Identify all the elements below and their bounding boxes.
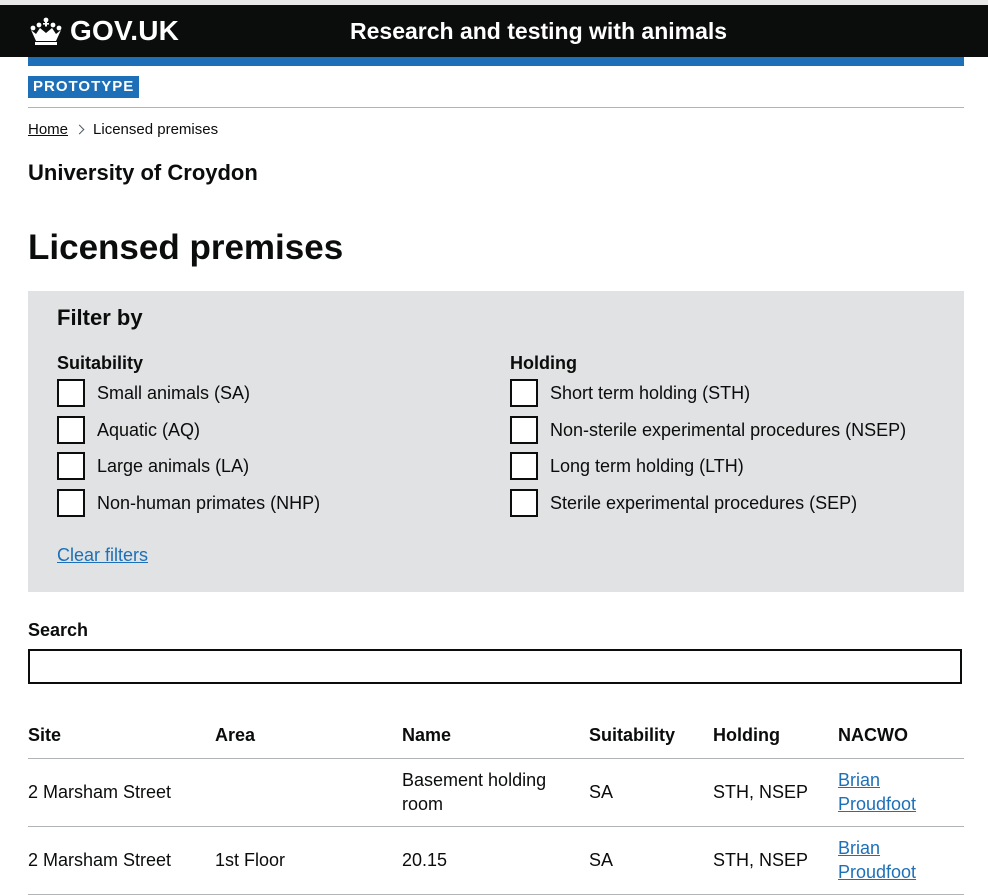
cell-suitability: SA (589, 850, 614, 870)
checkbox-label: Small animals (SA) (97, 382, 251, 403)
breadcrumb-home-link[interactable]: Home (28, 121, 68, 138)
logo-text: GOV.UK (70, 15, 180, 46)
nacwo-link-line: Brian (838, 770, 881, 790)
checkbox-label: Long term holding (LTH) (550, 455, 744, 476)
checkbox-label: Non-human primates (NHP) (97, 492, 321, 513)
column-header-suitability: Suitability (589, 725, 676, 745)
cell-suitability: SA (589, 782, 614, 802)
checkbox-box[interactable] (510, 416, 538, 444)
crown-icon (30, 17, 62, 45)
chevron-right-icon (74, 124, 85, 135)
checkbox-box[interactable] (57, 452, 85, 480)
holding-group-label: Holding (510, 353, 577, 373)
establishment-name: University of Croydon (28, 160, 258, 185)
nacwo-link[interactable]: Brian Proudfoot (838, 768, 916, 816)
checkbox-suitability-nhp[interactable]: Non-human primates (NHP) (57, 489, 320, 517)
service-name-link[interactable]: Research and testing with animals (350, 18, 727, 45)
checkbox-label: Large animals (LA) (97, 455, 250, 476)
checkbox-holding-sth[interactable]: Short term holding (STH) (510, 379, 750, 407)
phase-tag: PROTOTYPE (28, 76, 140, 98)
checkbox-box[interactable] (57, 489, 85, 517)
cell-holding: STH, NSEP (713, 782, 809, 802)
cell-name-line: room (402, 794, 444, 814)
page-title: Licensed premises (28, 228, 344, 267)
checkbox-box[interactable] (57, 379, 85, 407)
column-header-site: Site (28, 725, 62, 745)
nacwo-link[interactable]: Brian Proudfoot (838, 836, 916, 884)
breadcrumb-current: Licensed premises (93, 121, 219, 138)
column-header-area: Area (215, 725, 256, 745)
clear-filters-link[interactable]: Clear filters (57, 545, 148, 566)
checkbox-box[interactable] (57, 416, 85, 444)
cell-name: Basement holding room (402, 768, 546, 816)
checkbox-holding-lth[interactable]: Long term holding (LTH) (510, 452, 744, 480)
search-label: Search (28, 620, 89, 640)
filter-panel: Filter by Suitability Small animals (SA)… (28, 291, 964, 592)
govuk-logo-link[interactable]: GOV.UK (28, 13, 179, 49)
checkbox-label: Aquatic (AQ) (97, 419, 201, 440)
column-header-nacwo: NACWO (838, 725, 908, 745)
cell-name-line: Basement holding (402, 770, 547, 790)
checkbox-holding-sep[interactable]: Sterile experimental procedures (SEP) (510, 489, 857, 517)
table-header-row: Site Area Name Suitability Holding NACWO (28, 718, 964, 759)
cell-area: 1st Floor (215, 850, 286, 870)
table-row: 2 Marsham Street 1st Floor 20.15 SA STH,… (28, 827, 964, 895)
site-header: GOV.UK Research and testing with animals (0, 5, 988, 57)
checkbox-box[interactable] (510, 489, 538, 517)
column-header-name: Name (402, 725, 452, 745)
checkbox-suitability-la[interactable]: Large animals (LA) (57, 452, 249, 480)
cell-name: 20.15 (402, 850, 448, 870)
checkbox-label: Sterile experimental procedures (SEP) (550, 492, 858, 513)
cell-site: 2 Marsham Street (28, 782, 172, 802)
table-row: 2 Marsham Street Basement holding room S… (28, 759, 964, 827)
column-header-holding: Holding (713, 725, 780, 745)
breadcrumb: Home Licensed premises (28, 121, 218, 138)
nacwo-link-line: Brian (838, 838, 881, 858)
checkbox-label: Non-sterile experimental procedures (NSE… (550, 419, 907, 440)
phase-banner-divider (28, 107, 964, 108)
checkbox-label: Short term holding (STH) (550, 382, 751, 403)
nacwo-link-line: Proudfoot (838, 794, 917, 814)
suitability-group-label: Suitability (57, 353, 144, 373)
search-input[interactable] (28, 649, 962, 684)
cell-site: 2 Marsham Street (28, 850, 172, 870)
filter-title: Filter by (57, 305, 143, 330)
header-blue-bar (28, 57, 964, 66)
checkbox-box[interactable] (510, 379, 538, 407)
checkbox-box[interactable] (510, 452, 538, 480)
checkbox-suitability-aq[interactable]: Aquatic (AQ) (57, 416, 200, 444)
cell-holding: STH, NSEP (713, 850, 809, 870)
checkbox-suitability-sa[interactable]: Small animals (SA) (57, 379, 250, 407)
checkbox-holding-nsep[interactable]: Non-sterile experimental procedures (NSE… (510, 416, 906, 444)
nacwo-link-line: Proudfoot (838, 862, 917, 882)
